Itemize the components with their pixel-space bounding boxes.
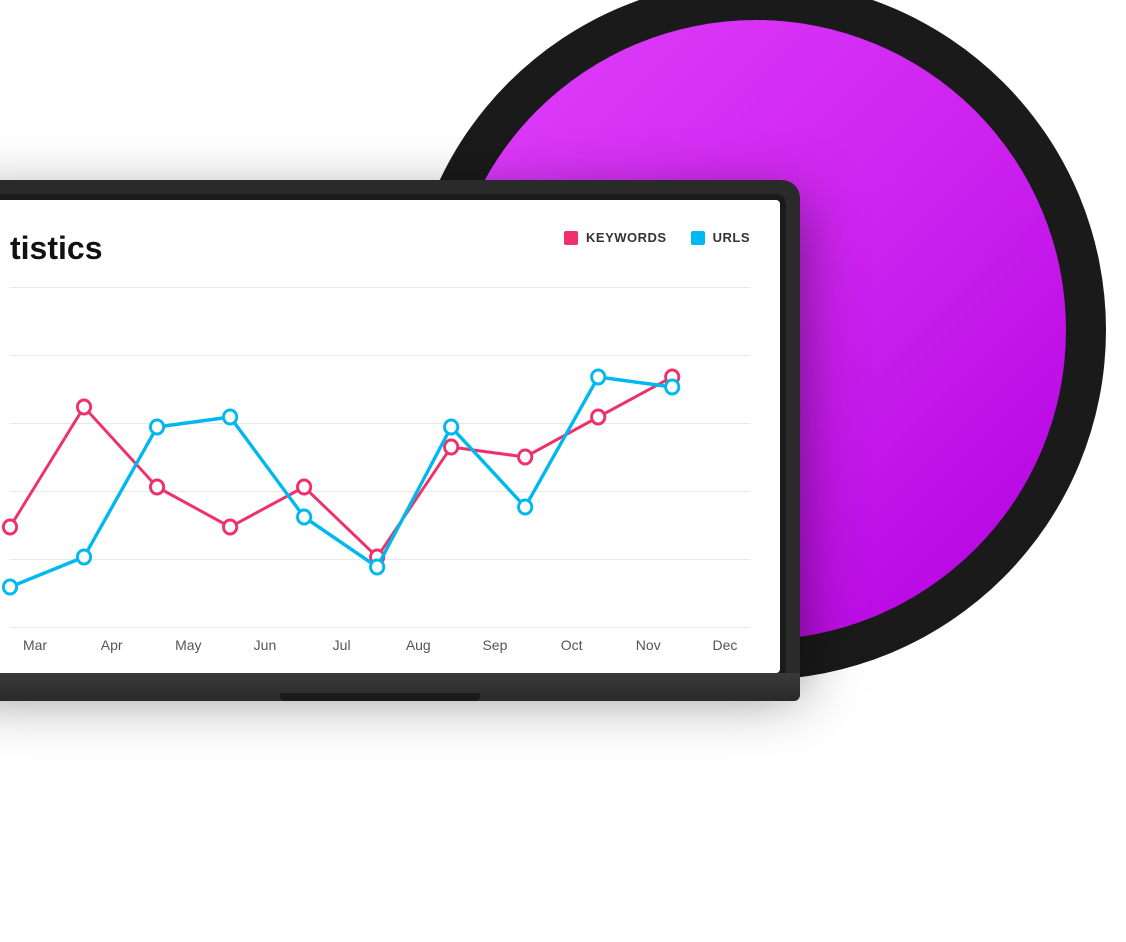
kw-dot-mar bbox=[3, 520, 16, 534]
kw-dot-jun bbox=[223, 520, 236, 534]
chart-svg bbox=[10, 287, 750, 627]
screen: tistics KEYWORDS URLS bbox=[0, 200, 780, 673]
kw-dot-nov bbox=[592, 410, 605, 424]
url-dot-aug bbox=[371, 560, 384, 574]
url-dot-mar bbox=[3, 580, 16, 594]
kw-dot-may bbox=[150, 480, 163, 494]
legend-urls: URLS bbox=[691, 230, 750, 245]
screen-bezel: tistics KEYWORDS URLS bbox=[0, 194, 786, 673]
x-label-may: May bbox=[163, 637, 213, 653]
urls-label: URLS bbox=[713, 230, 750, 245]
urls-color-box bbox=[691, 231, 705, 245]
legend-keywords: KEYWORDS bbox=[564, 230, 667, 245]
kw-dot-oct bbox=[519, 450, 532, 464]
grid-line-bottom bbox=[10, 627, 750, 628]
laptop-device: tistics KEYWORDS URLS bbox=[0, 180, 830, 701]
keywords-label: KEYWORDS bbox=[586, 230, 667, 245]
x-label-aug: Aug bbox=[393, 637, 443, 653]
url-dot-oct bbox=[519, 500, 532, 514]
x-label-oct: Oct bbox=[547, 637, 597, 653]
x-label-sep: Sep bbox=[470, 637, 520, 653]
urls-line bbox=[10, 377, 672, 587]
kw-dot-apr bbox=[77, 400, 90, 414]
laptop-frame: tistics KEYWORDS URLS bbox=[0, 180, 800, 673]
x-label-apr: Apr bbox=[87, 637, 137, 653]
kw-dot-sep bbox=[445, 440, 458, 454]
url-dot-jun bbox=[223, 410, 236, 424]
url-dot-dec bbox=[666, 380, 679, 394]
keywords-line bbox=[10, 377, 672, 557]
chart-legend: KEYWORDS URLS bbox=[564, 230, 750, 245]
kw-dot-jul bbox=[297, 480, 310, 494]
laptop-base bbox=[0, 673, 800, 701]
url-dot-apr bbox=[77, 550, 90, 564]
x-label-nov: Nov bbox=[623, 637, 673, 653]
x-axis: Mar Apr May Jun Jul Aug Sep Oct Nov Dec bbox=[10, 627, 750, 653]
url-dot-sep bbox=[445, 420, 458, 434]
url-dot-nov bbox=[592, 370, 605, 384]
x-label-jul: Jul bbox=[317, 637, 367, 653]
url-dot-may bbox=[150, 420, 163, 434]
x-label-jun: Jun bbox=[240, 637, 290, 653]
x-label-mar: Mar bbox=[10, 637, 60, 653]
keywords-color-box bbox=[564, 231, 578, 245]
url-dot-jul bbox=[297, 510, 310, 524]
chart-area bbox=[10, 287, 750, 627]
x-label-dec: Dec bbox=[700, 637, 750, 653]
